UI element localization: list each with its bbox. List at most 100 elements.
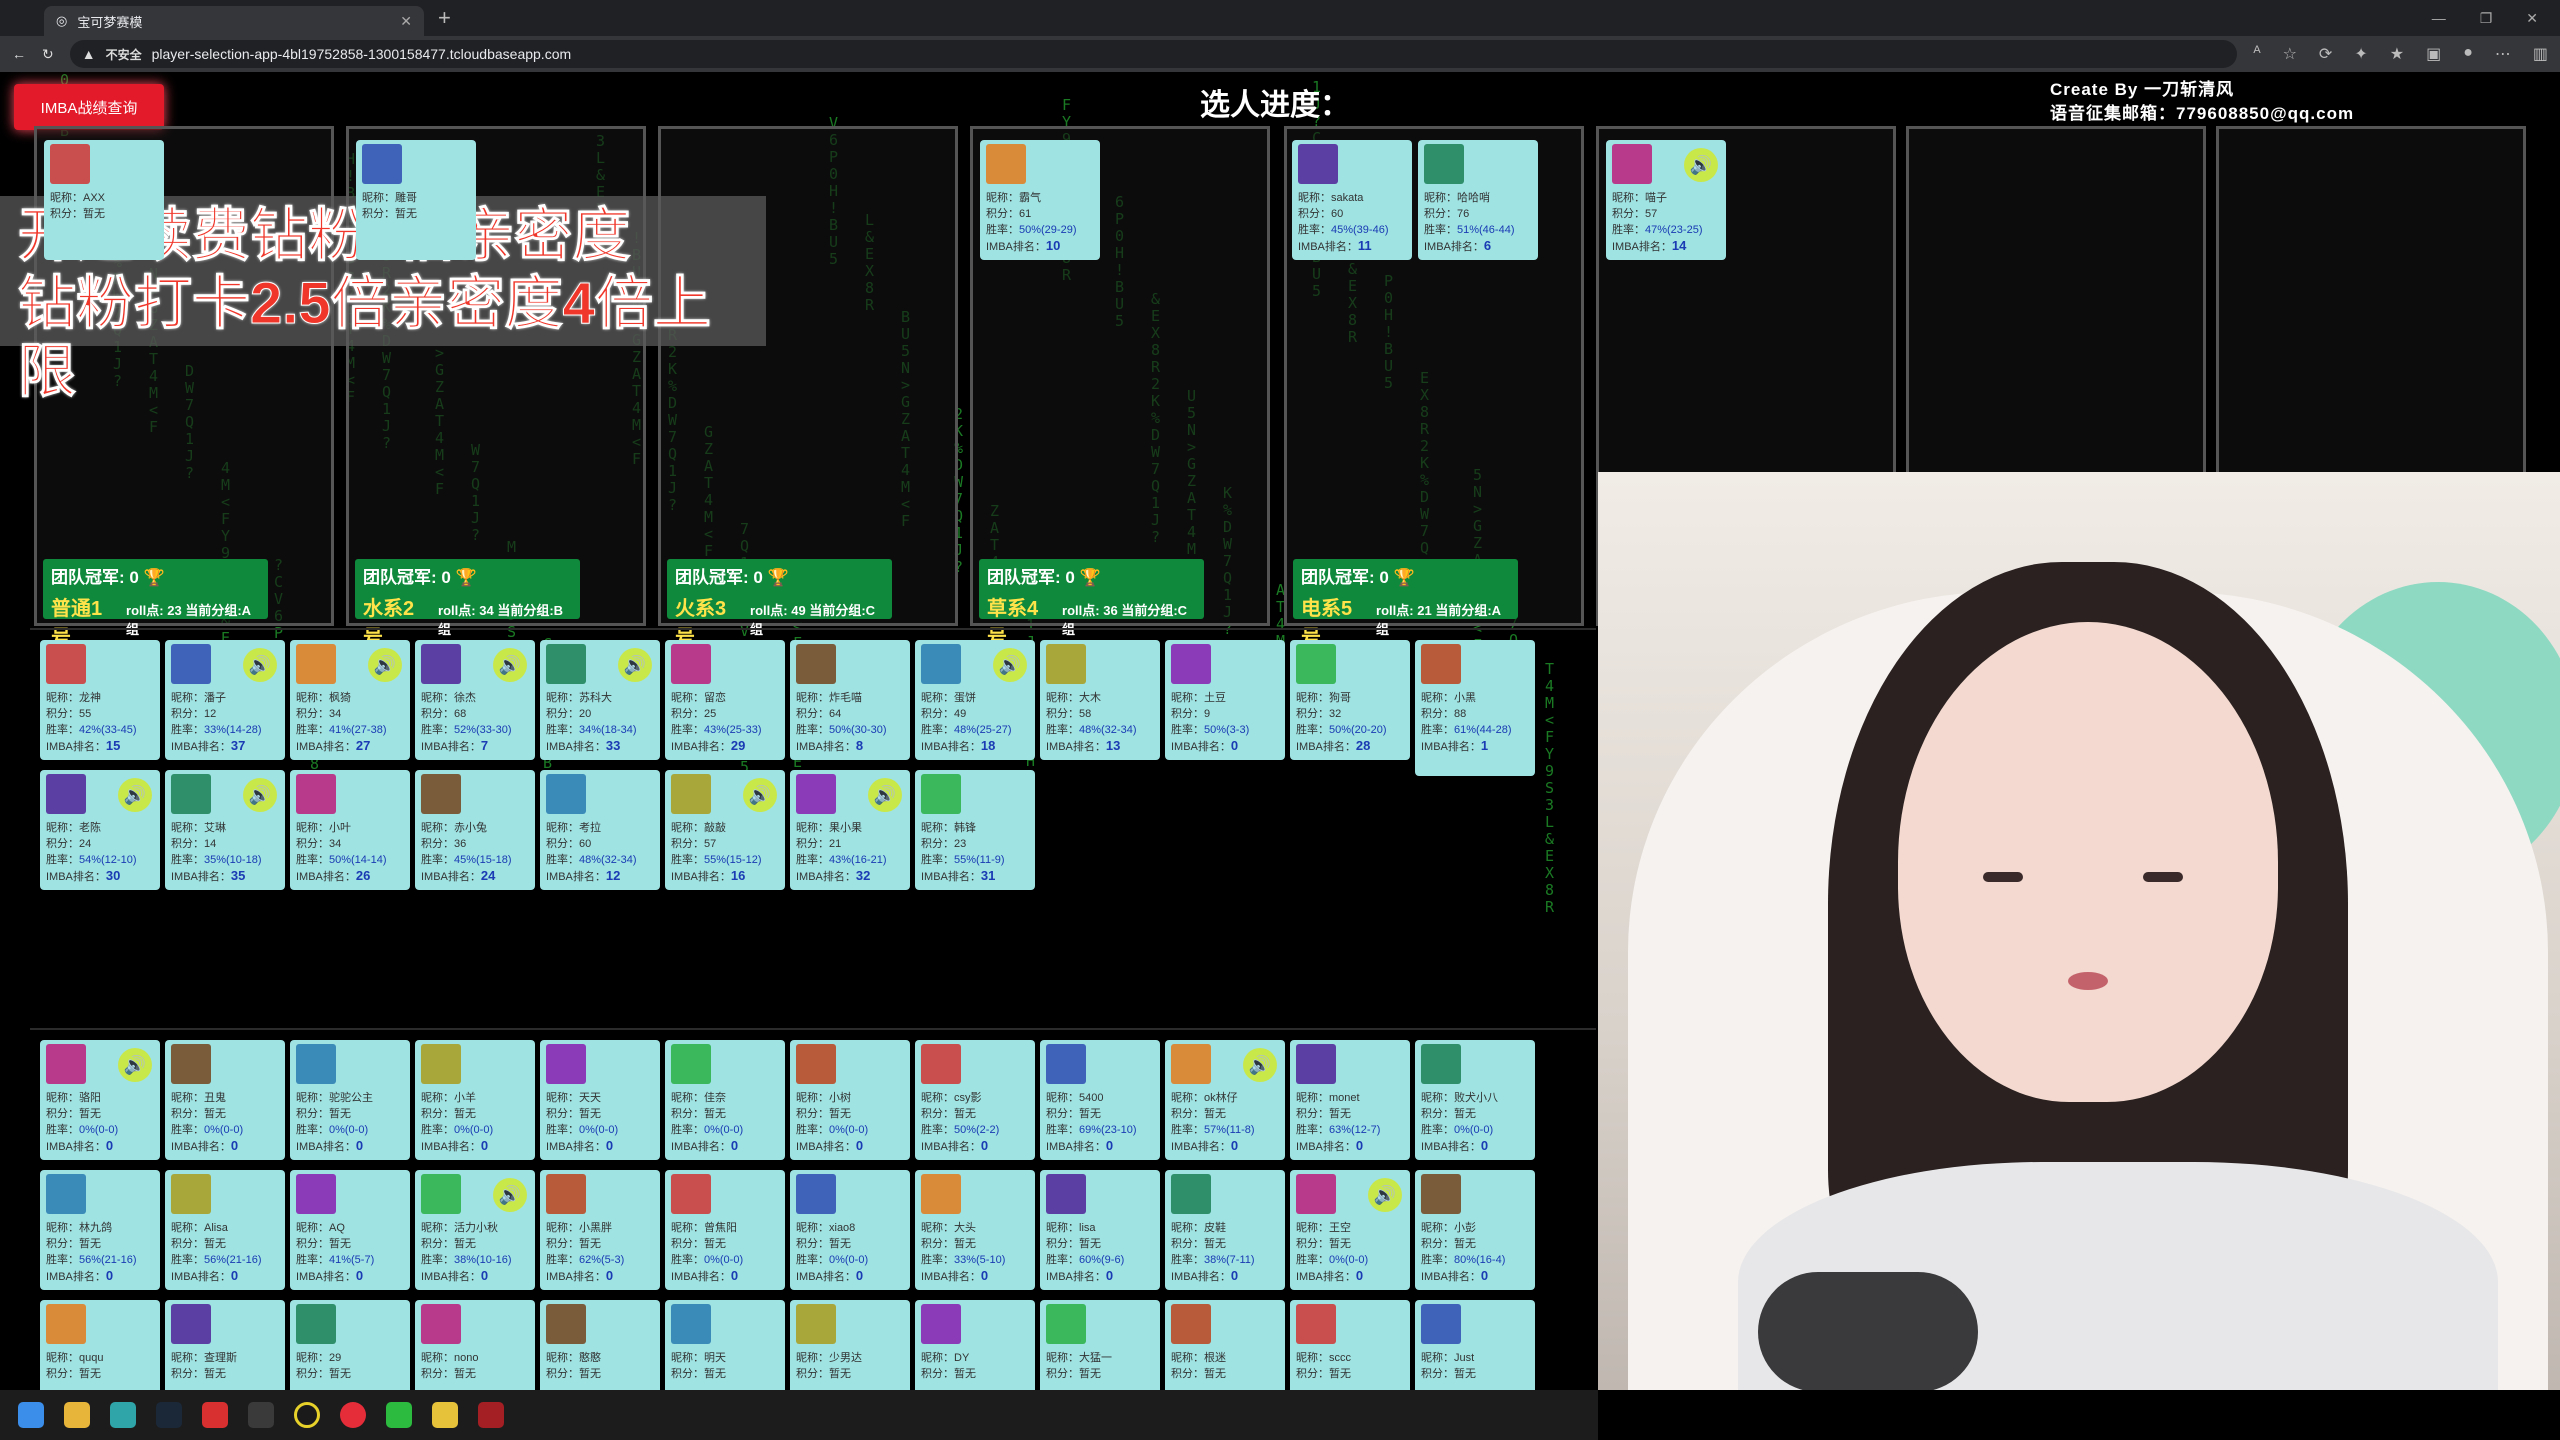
- new-tab-button[interactable]: +: [438, 5, 451, 31]
- speaker-icon[interactable]: 🔊: [493, 648, 527, 682]
- new-player-card[interactable]: 昵称：csy影 积分：暂无 胜率：50%(2-2) IMBA排名：0: [915, 1040, 1035, 1160]
- player-card[interactable]: 昵称：炸毛喵 积分：64 胜率：50%(30-30) IMBA排名：8: [790, 640, 910, 760]
- new-player-card[interactable]: 🔊 昵称：ok林仔 积分：暂无 胜率：57%(11-8) IMBA排名：0: [1165, 1040, 1285, 1160]
- more-icon[interactable]: ⋯: [2495, 44, 2511, 64]
- app-icon[interactable]: [202, 1402, 228, 1428]
- security-warning[interactable]: 不安全: [106, 46, 142, 63]
- favorites-icon[interactable]: ★: [2390, 44, 2404, 64]
- close-window-icon[interactable]: ✕: [2526, 10, 2538, 27]
- new-player-card[interactable]: 昵称：nono 积分：暂无: [415, 1300, 535, 1390]
- player-card[interactable]: 昵称：大木 积分：58 胜率：48%(32-34) IMBA排名：13: [1040, 640, 1160, 760]
- player-card[interactable]: 昵称：龙神 积分：55 胜率：42%(33-45) IMBA排名：15: [40, 640, 160, 760]
- player-card[interactable]: 昵称：韩锋 积分：23 胜率：55%(11-9) IMBA排名：31: [915, 770, 1035, 890]
- browser-tab[interactable]: ◎ 宝可梦赛模 ✕: [44, 6, 424, 36]
- team-member-card[interactable]: 昵称：sakata 积分：60 胜率：45%(39-46) IMBA排名：11: [1292, 140, 1412, 260]
- speaker-icon[interactable]: 🔊: [493, 1178, 527, 1212]
- player-card[interactable]: 昵称：小叶 积分：34 胜率：50%(14-14) IMBA排名：26: [290, 770, 410, 890]
- back-icon[interactable]: ←: [12, 46, 26, 62]
- team-member-card[interactable]: 昵称：哈哈哨 积分：76 胜率：51%(46-44) IMBA排名：6: [1418, 140, 1538, 260]
- player-card[interactable]: 昵称：赤小兔 积分：36 胜率：45%(15-18) IMBA排名：24: [415, 770, 535, 890]
- start-icon[interactable]: [18, 1402, 44, 1428]
- player-card[interactable]: 🔊 昵称：艾琳 积分：14 胜率：35%(10-18) IMBA排名：35: [165, 770, 285, 890]
- speaker-icon[interactable]: 🔊: [743, 778, 777, 812]
- new-player-card[interactable]: 昵称：Alisa 积分：暂无 胜率：56%(21-16) IMBA排名：0: [165, 1170, 285, 1290]
- speaker-icon[interactable]: 🔊: [868, 778, 902, 812]
- new-player-card[interactable]: 昵称：查理斯 积分：暂无: [165, 1300, 285, 1390]
- player-card[interactable]: 🔊 昵称：徐杰 积分：68 胜率：52%(33-30) IMBA排名：7: [415, 640, 535, 760]
- new-player-card[interactable]: 昵称：29 积分：暂无: [290, 1300, 410, 1390]
- steam-icon[interactable]: [156, 1402, 182, 1428]
- speaker-icon[interactable]: 🔊: [1684, 148, 1718, 182]
- new-player-card[interactable]: 昵称：林九鸽 积分：暂无 胜率：56%(21-16) IMBA排名：0: [40, 1170, 160, 1290]
- new-player-card[interactable]: 🔊 昵称：王空 积分：暂无 胜率：0%(0-0) IMBA排名：0: [1290, 1170, 1410, 1290]
- new-player-card[interactable]: 昵称：xiao8 积分：暂无 胜率：0%(0-0) IMBA排名：0: [790, 1170, 910, 1290]
- new-player-card[interactable]: 昵称：ququ 积分：暂无: [40, 1300, 160, 1390]
- new-player-card[interactable]: 昵称：丑鬼 积分：暂无 胜率：0%(0-0) IMBA排名：0: [165, 1040, 285, 1160]
- reload-icon[interactable]: ↻: [42, 46, 54, 63]
- new-player-card[interactable]: 🔊 昵称：骆阳 积分：暂无 胜率：0%(0-0) IMBA排名：0: [40, 1040, 160, 1160]
- new-player-card[interactable]: 昵称：明天 积分：暂无: [665, 1300, 785, 1390]
- new-player-card[interactable]: 昵称：小树 积分：暂无 胜率：0%(0-0) IMBA排名：0: [790, 1040, 910, 1160]
- new-player-card[interactable]: 昵称：天天 积分：暂无 胜率：0%(0-0) IMBA排名：0: [540, 1040, 660, 1160]
- game-icon[interactable]: [478, 1402, 504, 1428]
- new-player-card[interactable]: 🔊 昵称：活力小秋 积分：暂无 胜率：38%(10-16) IMBA排名：0: [415, 1170, 535, 1290]
- weibo-icon[interactable]: [340, 1402, 366, 1428]
- speaker-icon[interactable]: 🔊: [243, 778, 277, 812]
- new-player-card[interactable]: 昵称：小彭 积分：暂无 胜率：80%(16-4) IMBA排名：0: [1415, 1170, 1535, 1290]
- new-player-card[interactable]: 昵称：曾焦阳 积分：暂无 胜率：0%(0-0) IMBA排名：0: [665, 1170, 785, 1290]
- player-card[interactable]: 🔊 昵称：枫猗 积分：34 胜率：41%(27-38) IMBA排名：27: [290, 640, 410, 760]
- new-player-card[interactable]: 昵称：佳奈 积分：暂无 胜率：0%(0-0) IMBA排名：0: [665, 1040, 785, 1160]
- speaker-icon[interactable]: 🔊: [118, 778, 152, 812]
- player-card[interactable]: 🔊 昵称：苏科大 积分：20 胜率：34%(18-34) IMBA排名：33: [540, 640, 660, 760]
- star-icon[interactable]: ☆: [2283, 44, 2297, 64]
- minimize-icon[interactable]: —: [2432, 10, 2446, 27]
- player-card[interactable]: 昵称：留恋 积分：25 胜率：43%(25-33) IMBA排名：29: [665, 640, 785, 760]
- new-player-card[interactable]: 昵称：小黑胖 积分：暂无 胜率：62%(5-3) IMBA排名：0: [540, 1170, 660, 1290]
- speaker-icon[interactable]: 🔊: [1368, 1178, 1402, 1212]
- translate-icon[interactable]: ᴬ: [2253, 44, 2260, 64]
- player-card[interactable]: 🔊 昵称：潘子 积分：12 胜率：33%(14-28) IMBA排名：37: [165, 640, 285, 760]
- speaker-icon[interactable]: 🔊: [1243, 1048, 1277, 1082]
- new-player-card[interactable]: 昵称：少男达 积分：暂无: [790, 1300, 910, 1390]
- restore-icon[interactable]: ❐: [2480, 10, 2493, 27]
- speaker-icon[interactable]: 🔊: [368, 648, 402, 682]
- sidebar-icon[interactable]: ▥: [2533, 44, 2548, 64]
- url-text[interactable]: player-selection-app-4bl19752858-1300158…: [152, 46, 572, 62]
- new-player-card[interactable]: 昵称：sccc 积分：暂无: [1290, 1300, 1410, 1390]
- team-member-card[interactable]: 昵称：雕哥 积分：暂无: [356, 140, 476, 260]
- collections-icon[interactable]: ▣: [2426, 44, 2441, 64]
- new-player-card[interactable]: 昵称：小羊 积分：暂无 胜率：0%(0-0) IMBA排名：0: [415, 1040, 535, 1160]
- new-player-card[interactable]: 昵称：根迷 积分：暂无: [1165, 1300, 1285, 1390]
- new-player-card[interactable]: 昵称：AQ 积分：暂无 胜率：41%(5-7) IMBA排名：0: [290, 1170, 410, 1290]
- refresh-icon[interactable]: ⟳: [2319, 44, 2332, 64]
- speaker-icon[interactable]: 🔊: [118, 1048, 152, 1082]
- player-card[interactable]: 昵称：土豆 积分：9 胜率：50%(3-3) IMBA排名：0: [1165, 640, 1285, 760]
- new-player-card[interactable]: 昵称：5400 积分：暂无 胜率：69%(23-10) IMBA排名：0: [1040, 1040, 1160, 1160]
- explorer-icon[interactable]: [64, 1402, 90, 1428]
- player-card[interactable]: 🔊 昵称：蛋饼 积分：49 胜率：48%(25-27) IMBA排名：18: [915, 640, 1035, 760]
- close-tab-icon[interactable]: ✕: [400, 13, 412, 30]
- new-player-card[interactable]: 昵称：驼驼公主 积分：暂无 胜率：0%(0-0) IMBA排名：0: [290, 1040, 410, 1160]
- owl-icon[interactable]: [432, 1402, 458, 1428]
- speaker-icon[interactable]: 🔊: [618, 648, 652, 682]
- player-card[interactable]: 🔊 昵称：果小果 积分：21 胜率：43%(16-21) IMBA排名：32: [790, 770, 910, 890]
- new-player-card[interactable]: 昵称：Just 积分：暂无: [1415, 1300, 1535, 1390]
- new-player-card[interactable]: 昵称：皮鞋 积分：暂无 胜率：38%(7-11) IMBA排名：0: [1165, 1170, 1285, 1290]
- profile-icon[interactable]: ●: [2463, 44, 2473, 64]
- omnibox[interactable]: ▲ 不安全 player-selection-app-4bl19752858-1…: [69, 40, 2238, 68]
- speaker-icon[interactable]: 🔊: [243, 648, 277, 682]
- wechat-icon[interactable]: [386, 1402, 412, 1428]
- new-player-card[interactable]: 昵称：lisa 积分：暂无 胜率：60%(9-6) IMBA排名：0: [1040, 1170, 1160, 1290]
- player-card[interactable]: 昵称：狗哥 积分：32 胜率：50%(20-20) IMBA排名：28: [1290, 640, 1410, 760]
- new-player-card[interactable]: 昵称：DY 积分：暂无: [915, 1300, 1035, 1390]
- player-card[interactable]: 昵称：小黑 积分：88 胜率：61%(44-28) IMBA排名：1: [1415, 640, 1535, 776]
- obs-icon[interactable]: [294, 1402, 320, 1428]
- player-card[interactable]: 🔊 昵称：敲敲 积分：57 胜率：55%(15-12) IMBA排名：16: [665, 770, 785, 890]
- team-member-card[interactable]: 昵称：霸气 积分：61 胜率：50%(29-29) IMBA排名：10: [980, 140, 1100, 260]
- player-card[interactable]: 🔊 昵称：老陈 积分：24 胜率：54%(12-10) IMBA排名：30: [40, 770, 160, 890]
- new-player-card[interactable]: 昵称：大猛一 积分：暂无: [1040, 1300, 1160, 1390]
- team-member-card[interactable]: 🔊 昵称：喵子 积分：57 胜率：47%(23-25) IMBA排名：14: [1606, 140, 1726, 260]
- new-player-card[interactable]: 昵称：败犬小八 积分：暂无 胜率：0%(0-0) IMBA排名：0: [1415, 1040, 1535, 1160]
- player-card[interactable]: 昵称：考拉 积分：60 胜率：48%(32-34) IMBA排名：12: [540, 770, 660, 890]
- extension-icon[interactable]: ✦: [2354, 44, 2367, 64]
